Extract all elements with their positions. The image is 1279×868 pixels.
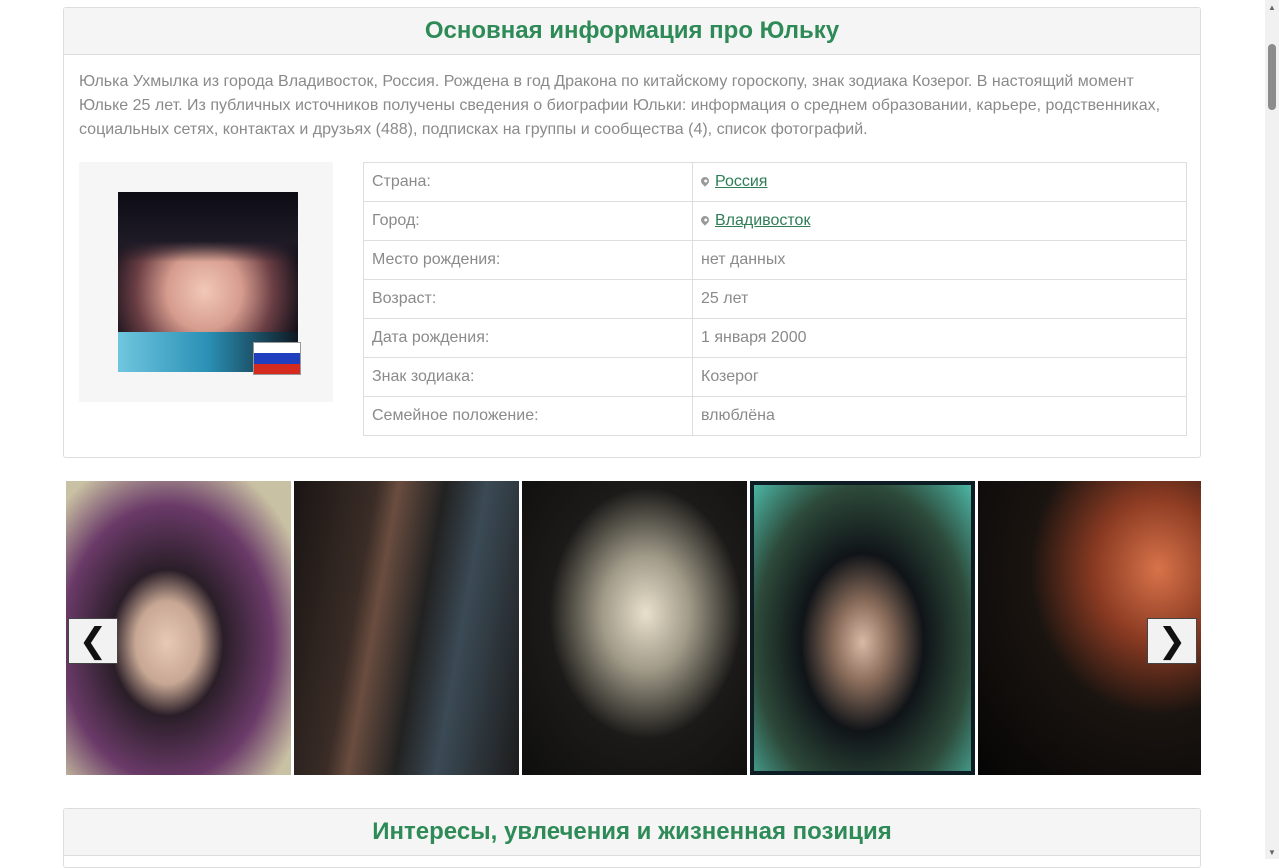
- scroll-up-icon[interactable]: ▲: [1265, 0, 1279, 14]
- scroll-down-icon[interactable]: ▼: [1265, 845, 1279, 859]
- chevron-right-icon: ❯: [1157, 621, 1187, 661]
- gallery-photo-3[interactable]: [522, 481, 747, 775]
- main-info-title: Основная информация про Юльку: [64, 8, 1200, 55]
- russia-flag-icon: [253, 342, 301, 375]
- gallery-photo-4[interactable]: [750, 481, 975, 775]
- avatar-box: [79, 162, 333, 402]
- info-label-city: Город:: [363, 201, 693, 241]
- intro-text: Юлька Ухмылка из города Владивосток, Рос…: [79, 73, 1161, 138]
- info-label-age: Возраст:: [363, 279, 693, 319]
- table-row: Знак зодиака: Козерог: [363, 357, 1187, 397]
- gallery-next-button[interactable]: ❯: [1147, 618, 1197, 664]
- info-value-marital: влюблёна: [692, 396, 1187, 436]
- avatar-hair: [118, 192, 298, 262]
- info-label-zodiac: Знак зодиака:: [363, 357, 693, 397]
- table-row: Место рождения: нет данных: [363, 240, 1187, 280]
- table-row: Дата рождения: 1 января 2000: [363, 318, 1187, 358]
- info-value-birthplace: нет данных: [692, 240, 1187, 280]
- info-value-zodiac: Козерог: [692, 357, 1187, 397]
- city-link[interactable]: Владивосток: [715, 212, 810, 229]
- info-value-birthdate: 1 января 2000: [692, 318, 1187, 358]
- table-row: Семейное положение: влюблёна: [363, 396, 1187, 436]
- map-marker-icon: [699, 214, 711, 226]
- gallery-prev-button[interactable]: ❮: [68, 618, 118, 664]
- interests-title: Интересы, увлечения и жизненная позиция: [64, 809, 1200, 856]
- photo-gallery: [64, 481, 1201, 775]
- info-label-birthplace: Место рождения:: [363, 240, 693, 280]
- info-label-marital: Семейное положение:: [363, 396, 693, 436]
- map-marker-icon: [699, 175, 711, 187]
- info-value-country: Россия: [692, 162, 1187, 202]
- table-row: Возраст: 25 лет: [363, 279, 1187, 319]
- gallery-photo-2[interactable]: [294, 481, 519, 775]
- info-value-city: Владивосток: [692, 201, 1187, 241]
- country-link[interactable]: Россия: [715, 173, 767, 190]
- info-label-birthdate: Дата рождения:: [363, 318, 693, 358]
- chevron-left-icon: ❮: [78, 621, 108, 661]
- main-info-panel: Основная информация про Юльку Юлька Ухмы…: [63, 7, 1201, 458]
- info-table: Страна: Россия Город: Владивосток Место …: [363, 162, 1187, 436]
- scrollbar-thumb[interactable]: [1268, 44, 1276, 110]
- vertical-scrollbar[interactable]: ▲ ▼: [1265, 0, 1279, 859]
- interests-panel: Интересы, увлечения и жизненная позиция: [63, 808, 1201, 868]
- table-row: Страна: Россия: [363, 162, 1187, 202]
- table-row: Город: Владивосток: [363, 201, 1187, 241]
- info-label-country: Страна:: [363, 162, 693, 202]
- info-value-age: 25 лет: [692, 279, 1187, 319]
